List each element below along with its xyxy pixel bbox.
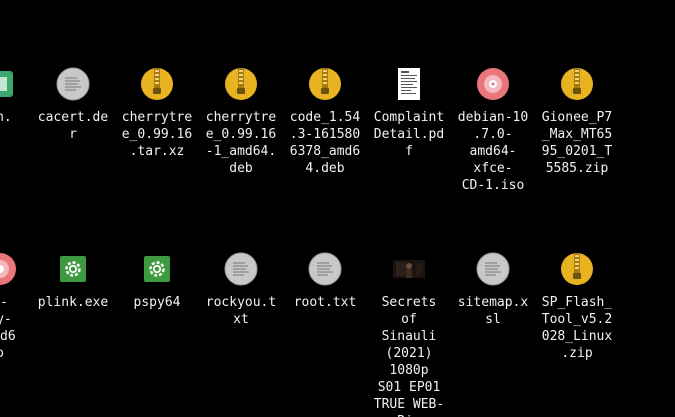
desktop-item-label: Complaint Detail.pd f — [373, 110, 445, 159]
desktop-item-debian-iso[interactable]: debian-10 .7.0- amd64- xfce- CD-1.iso — [451, 67, 535, 194]
desktop-item-label: sitemap.x sl — [457, 295, 529, 327]
desktop-item-label: cherrytre e_0.99.16 -1_amd64. deb — [205, 110, 277, 176]
desktop-item-label: root.txt — [293, 295, 357, 310]
archive-icon — [224, 67, 258, 101]
text-file-icon — [224, 252, 258, 286]
desktop-item-label: SP_Flash_ Tool_v5.2 028_Linux .zip — [541, 295, 613, 361]
desktop-item-sitemap[interactable]: sitemap.x sl — [451, 252, 535, 328]
desktop-item-label: debian-10 .7.0- amd64- xfce- CD-1.iso — [457, 110, 529, 193]
package-icon — [0, 67, 17, 101]
desktop-item-code-deb[interactable]: code_1.54 .3-161580 6378_amd6 4.deb — [283, 67, 367, 177]
desktop-item-complaint-pdf[interactable]: Complaint Detail.pd f — [367, 67, 451, 160]
desktop-item-label: cacert.de r — [37, 110, 109, 142]
desktop-item-label: pspy64 — [133, 295, 181, 310]
archive-icon — [308, 67, 342, 101]
text-file-icon — [476, 252, 510, 286]
text-file-icon — [308, 252, 342, 286]
archive-icon — [140, 67, 174, 101]
desktop-item-rockyou[interactable]: rockyou.t xt — [199, 252, 283, 328]
desktop-item-cacert[interactable]: cacert.de r — [31, 67, 115, 143]
video-thumbnail-icon — [392, 252, 426, 286]
pdf-document-icon — [392, 67, 426, 101]
text-file-icon — [56, 67, 90, 101]
desktop-item-gionee-zip[interactable]: Gionee_P7 _Max_MT65 95_0201_T 5585.zip — [535, 67, 619, 177]
desktop-item-label: Gionee_P7 _Max_MT65 95_0201_T 5585.zip — [541, 110, 613, 176]
desktop-item-label: rockyou.t xt — [205, 295, 277, 327]
desktop-item-label: code_1.54 .3-161580 6378_amd6 4.deb — [289, 110, 361, 176]
desktop-item-secrets-video[interactable]: Secrets of Sinauli (2021) 1080p S01 EP01… — [367, 252, 451, 417]
desktop-item-sp-flash-zip[interactable]: SP_Flash_ Tool_v5.2 028_Linux .zip — [535, 252, 619, 362]
desktop: an. cacert.de r cherrytre e_0.99.16 .tar… — [0, 0, 675, 417]
desktop-item-label: Secrets of Sinauli (2021) 1080p S01 EP01… — [373, 295, 445, 417]
archive-icon — [560, 67, 594, 101]
desktop-item-label: plink.exe — [37, 295, 109, 310]
executable-icon — [140, 252, 174, 286]
desktop-item-label: cherrytre e_0.99.16 .tar.xz — [121, 110, 193, 159]
disc-image-icon — [0, 252, 17, 286]
executable-icon — [56, 252, 90, 286]
desktop-item-pspy64[interactable]: pspy64 — [115, 252, 199, 311]
desktop-item-plink[interactable]: plink.exe — [31, 252, 115, 311]
desktop-item-root-txt[interactable]: root.txt — [283, 252, 367, 311]
desktop-item-cherrytree-tar[interactable]: cherrytre e_0.99.16 .tar.xz — [115, 67, 199, 160]
archive-icon — [560, 252, 594, 286]
desktop-item-cherrytree-deb[interactable]: cherrytre e_0.99.16 -1_amd64. deb — [199, 67, 283, 177]
disc-image-icon — [476, 67, 510, 101]
